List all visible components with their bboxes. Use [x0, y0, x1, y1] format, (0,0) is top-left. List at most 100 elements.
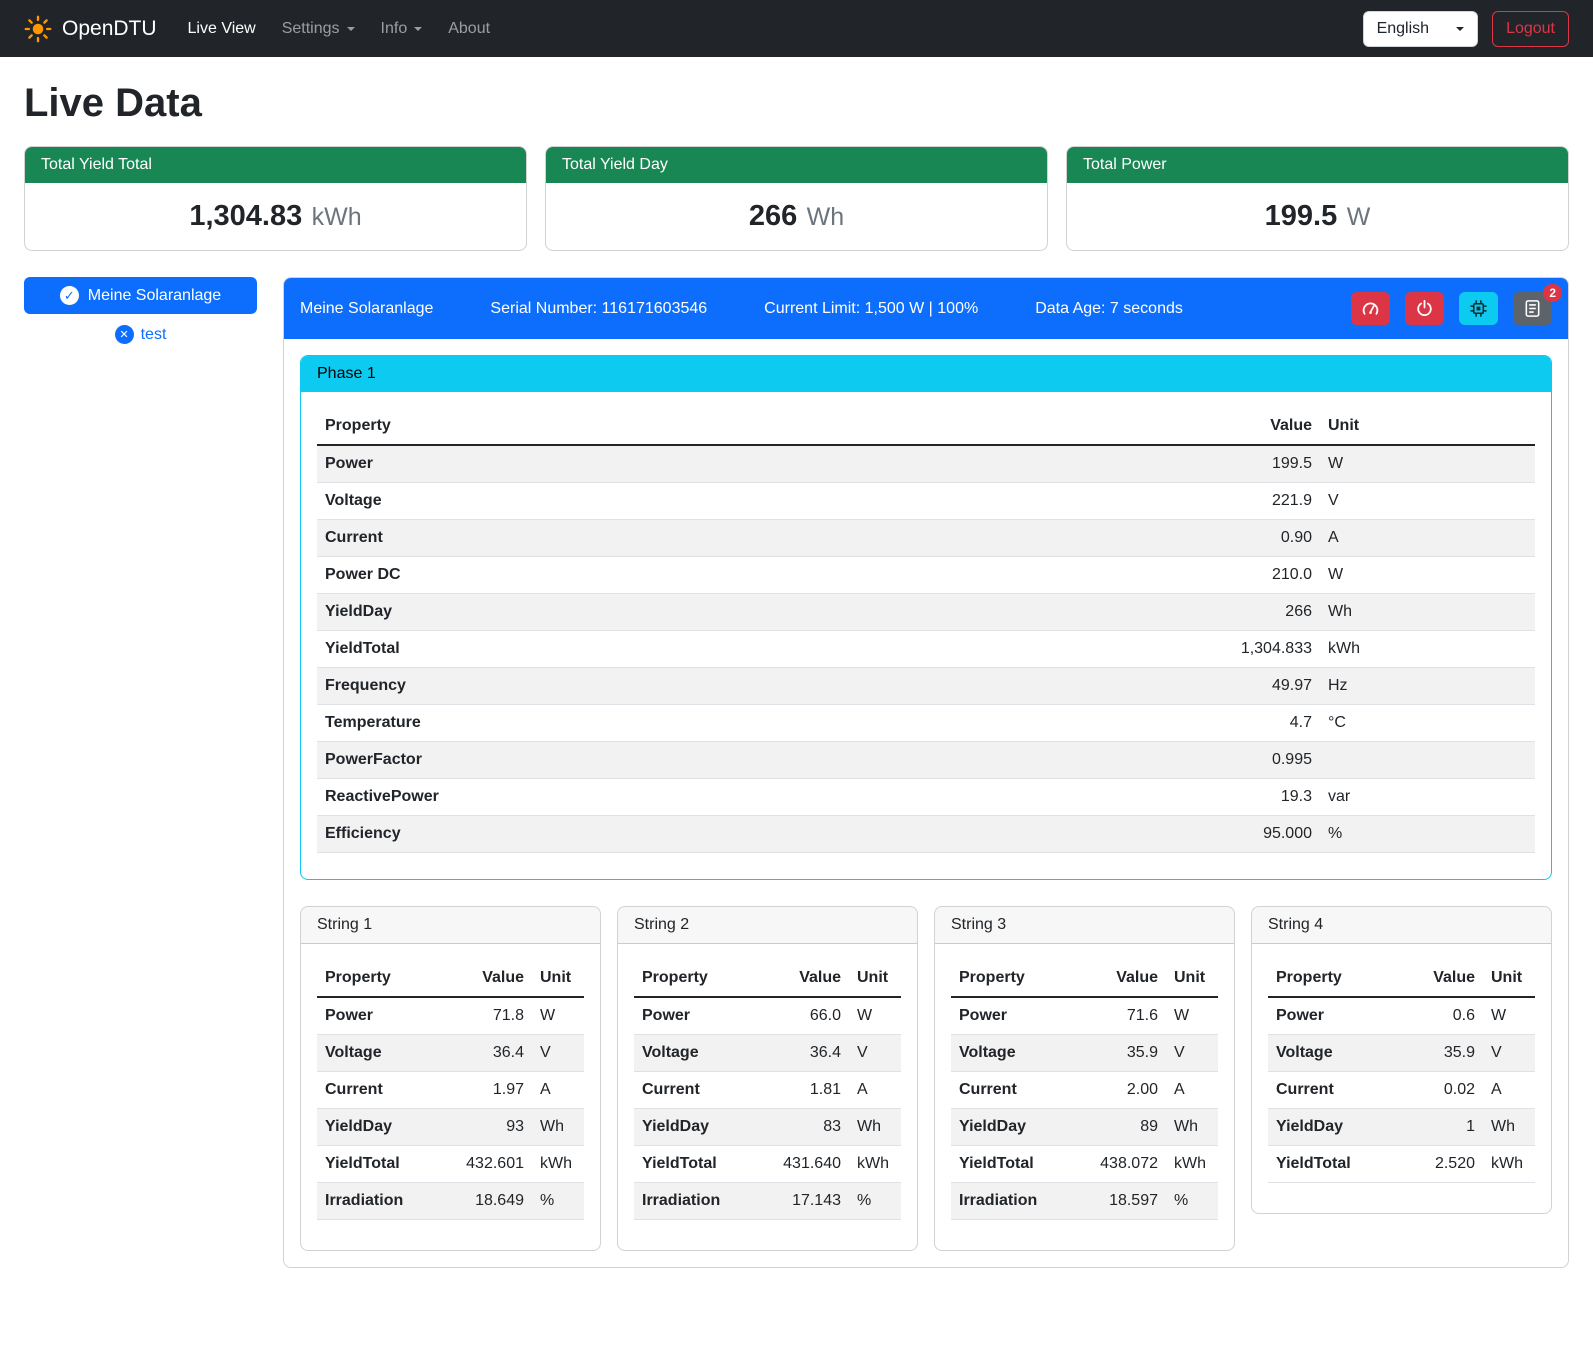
table-row: YieldTotal 432.601 kWh	[317, 1146, 584, 1183]
property-unit: var	[1320, 779, 1535, 816]
property-name: Power	[317, 997, 446, 1035]
property-value: 210.0	[1190, 557, 1320, 594]
property-value: 93	[446, 1109, 532, 1146]
inverter-button-label: Meine Solaranlage	[88, 287, 221, 305]
table-row: Voltage 36.4 V	[317, 1035, 584, 1072]
column-header-value: Value	[1397, 960, 1483, 997]
property-name: YieldTotal	[317, 1146, 446, 1183]
table-row: Efficiency 95.000 %	[317, 816, 1535, 853]
table-header-row: Property Value Unit	[317, 408, 1535, 445]
nav-item-about[interactable]: About	[435, 12, 503, 46]
string-table-wrap: Property Value Unit Power 66.0	[618, 944, 917, 1250]
column-header-unit: Unit	[1320, 408, 1535, 445]
table-row: Power 71.6 W	[951, 997, 1218, 1035]
property-value: 2.520	[1397, 1146, 1483, 1183]
property-name: Power DC	[317, 557, 1190, 594]
property-unit: °C	[1320, 705, 1535, 742]
inverter-card: Meine Solaranlage Serial Number: 1161716…	[283, 277, 1569, 1268]
property-name: Power	[317, 445, 1190, 483]
string-table-wrap: Property Value Unit Power 0.6	[1252, 944, 1551, 1213]
property-value: 18.649	[446, 1183, 532, 1220]
property-value: 71.8	[446, 997, 532, 1035]
summary-value: 266	[749, 200, 797, 232]
table-row: Power 199.5 W	[317, 445, 1535, 483]
property-unit: W	[1320, 445, 1535, 483]
property-name: Current	[317, 1072, 446, 1109]
property-value: 431.640	[763, 1146, 849, 1183]
property-unit: A	[532, 1072, 584, 1109]
nav-links: Live View Settings Info About	[175, 12, 504, 46]
power-toggle-button[interactable]	[1405, 292, 1444, 325]
property-unit: Hz	[1320, 668, 1535, 705]
property-name: Power	[1268, 997, 1397, 1035]
language-select[interactable]: English	[1363, 11, 1478, 47]
property-value: 49.97	[1190, 668, 1320, 705]
property-name: PowerFactor	[317, 742, 1190, 779]
property-unit: Wh	[1483, 1109, 1535, 1146]
property-name: Frequency	[317, 668, 1190, 705]
table-row: Current 1.97 A	[317, 1072, 584, 1109]
table-row: Current 1.81 A	[634, 1072, 901, 1109]
property-value: 18.597	[1080, 1183, 1166, 1220]
property-unit: V	[1166, 1035, 1218, 1072]
property-name: YieldDay	[951, 1109, 1080, 1146]
inverter-name: Meine Solaranlage	[300, 300, 433, 318]
property-unit: %	[849, 1183, 901, 1220]
logout-button[interactable]: Logout	[1492, 11, 1569, 47]
property-unit: %	[1320, 816, 1535, 853]
table-row: Voltage 35.9 V	[951, 1035, 1218, 1072]
inverter-select-button-active[interactable]: ✓ Meine Solaranlage	[24, 277, 257, 314]
property-unit: V	[1320, 483, 1535, 520]
column-header-unit: Unit	[1483, 960, 1535, 997]
brand[interactable]: OpenDTU	[24, 15, 157, 43]
limit-settings-button[interactable]	[1351, 292, 1390, 325]
property-value: 1	[1397, 1109, 1483, 1146]
property-value: 1.97	[446, 1072, 532, 1109]
property-unit: A	[1483, 1072, 1535, 1109]
property-unit: W	[532, 997, 584, 1035]
summary-value: 1,304.83	[189, 200, 302, 232]
property-unit: kWh	[1320, 631, 1535, 668]
property-name: Power	[634, 997, 763, 1035]
string-card-4: String 4 Property Value Unit	[1251, 906, 1552, 1214]
summary-card-total-power: Total Power 199.5 W	[1066, 146, 1569, 251]
phase-card-title: Phase 1	[301, 356, 1551, 392]
table-row: YieldTotal 2.520 kWh	[1268, 1146, 1535, 1183]
property-value: 438.072	[1080, 1146, 1166, 1183]
table-row: Irradiation 18.649 %	[317, 1183, 584, 1220]
nav-item-info[interactable]: Info	[368, 12, 436, 46]
property-name: Voltage	[317, 483, 1190, 520]
navbar: OpenDTU Live View Settings Info About En…	[0, 0, 1593, 57]
summary-unit: kWh	[312, 203, 362, 231]
nav-item-settings[interactable]: Settings	[269, 12, 368, 46]
table-row: YieldDay 266 Wh	[317, 594, 1535, 631]
property-name: Current	[1268, 1072, 1397, 1109]
power-icon	[1415, 299, 1434, 318]
table-row: Voltage 35.9 V	[1268, 1035, 1535, 1072]
string-table-wrap: Property Value Unit Power 71.6	[935, 944, 1234, 1250]
property-name: Irradiation	[317, 1183, 446, 1220]
nav-item-live-view[interactable]: Live View	[175, 12, 269, 46]
column-header-property: Property	[317, 960, 446, 997]
table-header-row: Property Value Unit	[951, 960, 1218, 997]
property-value: 1,304.833	[1190, 631, 1320, 668]
device-info-button[interactable]	[1459, 292, 1498, 325]
inverter-select-item-test[interactable]: ✕ test	[24, 325, 257, 344]
property-value: 199.5	[1190, 445, 1320, 483]
inverter-header-buttons: 2	[1351, 292, 1552, 325]
property-name: ReactivePower	[317, 779, 1190, 816]
property-unit: W	[849, 997, 901, 1035]
string-card-title: String 4	[1252, 907, 1551, 944]
property-name: Current	[317, 520, 1190, 557]
property-name: YieldDay	[1268, 1109, 1397, 1146]
summary-card-total-yield-total: Total Yield Total 1,304.83 kWh	[24, 146, 527, 251]
property-unit: W	[1320, 557, 1535, 594]
property-value: 35.9	[1397, 1035, 1483, 1072]
column-header-value: Value	[763, 960, 849, 997]
event-log-button[interactable]: 2	[1513, 292, 1552, 325]
table-row: Frequency 49.97 Hz	[317, 668, 1535, 705]
property-name: Voltage	[634, 1035, 763, 1072]
property-unit: V	[1483, 1035, 1535, 1072]
property-value: 2.00	[1080, 1072, 1166, 1109]
property-name: Temperature	[317, 705, 1190, 742]
